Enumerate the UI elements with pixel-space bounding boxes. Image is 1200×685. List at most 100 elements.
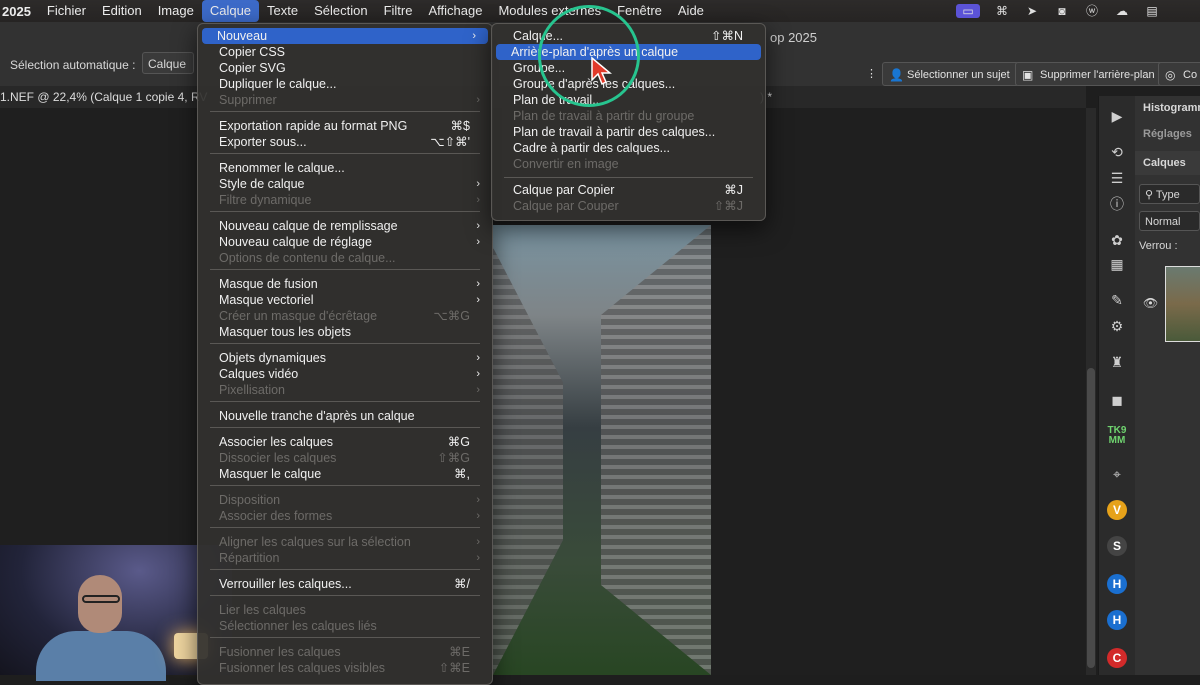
calque-menu-item-21[interactable]: Associer les calques ⌘G [198, 434, 492, 450]
calque-menu-item-26: Aligner les calques sur la sélection › [198, 534, 492, 550]
menu-image[interactable]: Image [150, 0, 202, 22]
chevron-right-icon: › [476, 278, 480, 290]
calque-menu-item-10[interactable]: Nouveau calque de remplissage › [198, 218, 492, 234]
layer-thumbnail[interactable] [1165, 266, 1200, 342]
mouse-cursor-icon [591, 56, 612, 86]
calque-menu-item-8[interactable]: Style de calque › [198, 176, 492, 192]
menu-selection[interactable]: Sélection [306, 0, 375, 22]
grid-icon[interactable]: ▦ [1107, 254, 1127, 274]
calque-menu-item-5[interactable]: Exportation rapide au format PNG ⌘$ [198, 118, 492, 134]
menu-filtre[interactable]: Filtre [376, 0, 421, 22]
layer-filter-type[interactable]: ⚲ Type [1139, 184, 1200, 204]
adjust-icon[interactable]: ⚙ [1107, 316, 1127, 336]
chevron-right-icon: › [476, 178, 480, 190]
calque-menu-item-18[interactable]: Calques vidéo › [198, 366, 492, 382]
app-name[interactable]: 2025 [0, 4, 39, 19]
calque-menu-item-3[interactable]: Dupliquer le calque... [198, 76, 492, 92]
calque-menu-item-20[interactable]: Nouvelle tranche d'après un calque [198, 408, 492, 424]
calque-menu-item-0[interactable]: Nouveau › [202, 28, 488, 44]
plugin-c-icon[interactable]: C [1107, 648, 1127, 668]
nouveau-submenu-item-4[interactable]: Plan de travail... [492, 92, 765, 108]
pointer-icon[interactable]: ➤ [1024, 4, 1040, 18]
calque-menu-item-label: Nouvelle tranche d'après un calque [219, 409, 415, 423]
scrollbar-thumb[interactable] [1087, 368, 1095, 668]
calque-menu-item-1[interactable]: Copier CSS [198, 44, 492, 60]
panel-tool-strip: ▶ ⟲ ☰ ⓘ ✿ ▦ ✎ ⚙ ♜ ◼ TK9 MM ⌖ V S H H C [1098, 96, 1135, 675]
nouveau-submenu-item-9[interactable]: Calque par Copier ⌘J [492, 182, 765, 198]
chevron-right-icon: › [476, 368, 480, 380]
calque-menu-item-label: Nouveau calque de réglage [219, 235, 372, 249]
calque-menu-item-17[interactable]: Objets dynamiques › [198, 350, 492, 366]
calque-menu-separator [210, 343, 480, 344]
auto-select-label: Sélection automatique : [10, 58, 136, 72]
calque-menu-item-6[interactable]: Exporter sous... ⌥⇧⌘' [198, 134, 492, 150]
co-button[interactable]: ◎ Co [1158, 62, 1200, 86]
plugin-h2-icon[interactable]: H [1107, 610, 1127, 630]
remove-background-button[interactable]: ▣ Supprimer l'arrière-plan [1015, 62, 1164, 86]
info-icon[interactable]: ⓘ [1107, 194, 1127, 214]
premiere-icon[interactable]: ▤ [1144, 4, 1160, 18]
nouveau-submenu-item-label: Calque par Copier [513, 183, 615, 197]
plugin-icon[interactable]: ◼ [1107, 390, 1127, 410]
calque-menu-separator [210, 595, 480, 596]
stamp-icon[interactable]: ♜ [1107, 352, 1127, 372]
calque-menu-item-23[interactable]: Masquer le calque ⌘, [198, 466, 492, 482]
menu-texte[interactable]: Texte [259, 0, 306, 22]
visibility-eye-icon[interactable]: 👁 [1143, 296, 1158, 310]
menu-affichage[interactable]: Affichage [420, 0, 490, 22]
tab-histogramme[interactable]: Histogramme [1135, 96, 1200, 120]
calque-menu-separator [210, 485, 480, 486]
calque-menu-separator [210, 569, 480, 570]
select-subject-button[interactable]: 👤 Sélectionner un sujet [882, 62, 1019, 86]
command-icon[interactable]: ⌘ [994, 4, 1010, 18]
calque-menu-item-13[interactable]: Masque de fusion › [198, 276, 492, 292]
nouveau-submenu-separator [504, 177, 753, 178]
calque-menu-item-label: Aligner les calques sur la sélection [219, 535, 411, 549]
brush-icon[interactable]: ✎ [1107, 290, 1127, 310]
calque-menu-item-28[interactable]: Verrouiller les calques... ⌘/ [198, 576, 492, 592]
calque-menu-item-label: Associer les calques [219, 435, 333, 449]
calque-menu-item-7[interactable]: Renommer le calque... [198, 160, 492, 176]
tab-reglages[interactable]: Réglages [1135, 122, 1200, 146]
camera-icon[interactable]: ◙ [1054, 4, 1070, 18]
blend-mode-dropdown[interactable]: Normal [1139, 211, 1200, 231]
plugin-s-icon[interactable]: S [1107, 536, 1127, 556]
calque-menu-item-label: Nouveau [217, 29, 268, 43]
menu-calque[interactable]: Calque [201, 0, 260, 22]
menu-aide[interactable]: Aide [670, 0, 712, 22]
calque-menu-item-2[interactable]: Copier SVG [198, 60, 492, 76]
tab-calques[interactable]: Calques [1135, 151, 1200, 175]
play-icon[interactable]: ▶ [1107, 106, 1127, 126]
plugin-h-icon[interactable]: H [1107, 574, 1127, 594]
calque-menu-item-14[interactable]: Masque vectoriel › [198, 292, 492, 308]
auto-select-dropdown[interactable]: Calque [142, 52, 194, 74]
calque-menu-item-11[interactable]: Nouveau calque de réglage › [198, 234, 492, 250]
building-right [601, 225, 711, 675]
calque-menu-item-31: Fusionner les calques ⌘E [198, 644, 492, 660]
chevron-right-icon: › [476, 236, 480, 248]
chevron-right-icon: › [476, 536, 480, 548]
menu-edition[interactable]: Edition [94, 0, 150, 22]
nouveau-submenu-item-label: Plan de travail à partir du groupe [513, 109, 695, 123]
path-icon[interactable]: ⌖ [1107, 464, 1127, 484]
nouveau-submenu-item-7[interactable]: Cadre à partir des calques... [492, 140, 765, 156]
calque-menu-item-27: Répartition › [198, 550, 492, 566]
calque-menu-item-29: Lier les calques [198, 602, 492, 618]
tk9-icon[interactable]: TK9 MM [1107, 426, 1127, 446]
nouveau-submenu-item-6[interactable]: Plan de travail à partir des calques... [492, 124, 765, 140]
calque-menu-separator [210, 427, 480, 428]
sliders-icon[interactable]: ☰ [1107, 168, 1127, 188]
cloud-icon[interactable]: ☁ [1114, 4, 1130, 18]
document-image[interactable] [493, 225, 711, 675]
screen-share-icon[interactable]: ▭ [956, 4, 980, 18]
color-icon[interactable]: ✿ [1107, 230, 1127, 250]
calque-menu-item-16[interactable]: Masquer tous les objets [198, 324, 492, 340]
menu-fichier[interactable]: Fichier [39, 0, 94, 22]
circle-w-icon[interactable]: ⓦ [1084, 4, 1100, 18]
document-tab[interactable]: 1.NEF @ 22,4% (Calque 1 copie 4, RV [0, 90, 207, 104]
canvas-scrollbar[interactable] [1086, 108, 1096, 675]
history-icon[interactable]: ⟲ [1107, 142, 1127, 162]
plugin-v-icon[interactable]: V [1107, 500, 1127, 520]
chevron-right-icon: › [476, 384, 480, 396]
lock-label: Verrou : [1139, 240, 1178, 252]
